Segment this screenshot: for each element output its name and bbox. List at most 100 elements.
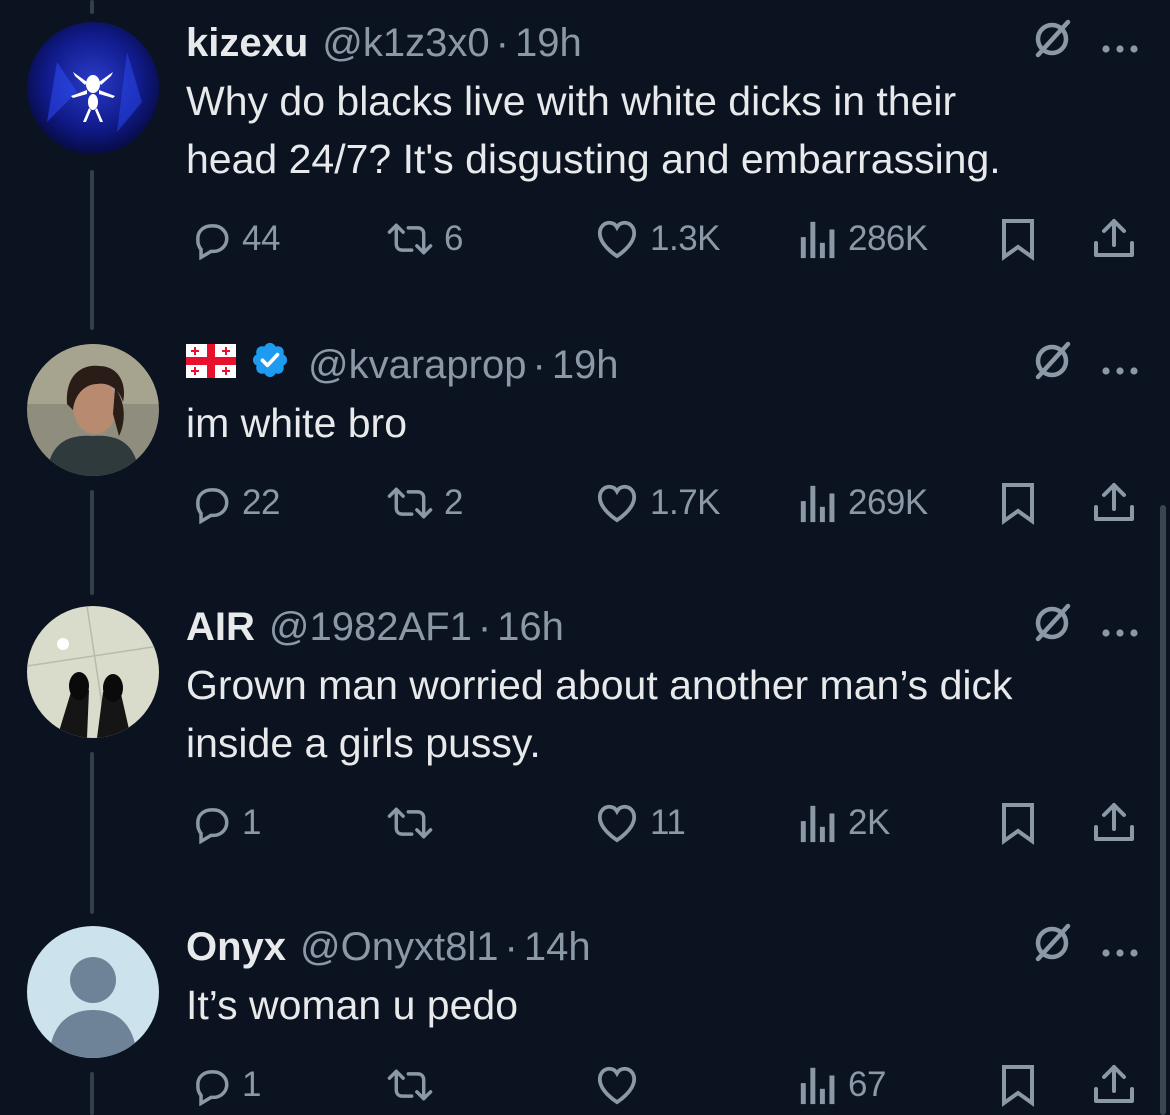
verified-badge-icon[interactable] <box>250 340 290 390</box>
views-button[interactable]: 286K <box>798 214 928 264</box>
like-count: 1.7K <box>650 483 721 522</box>
grok-icon[interactable] <box>1030 16 1074 70</box>
separator-dot: · <box>532 342 546 387</box>
repost-button[interactable] <box>386 798 444 848</box>
views-count: 67 <box>848 1065 886 1104</box>
handle[interactable]: @kvaraprop <box>308 343 526 388</box>
georgia-flag-icon <box>186 343 236 388</box>
like-count: 1.3K <box>650 219 721 258</box>
bookmark-button[interactable] <box>998 1060 1048 1110</box>
repost-icon <box>387 807 433 839</box>
repost-button[interactable]: 2 <box>386 478 463 528</box>
more-icon[interactable] <box>1100 343 1140 388</box>
bookmark-icon <box>1002 219 1034 261</box>
thread-line <box>90 752 94 914</box>
like-button[interactable] <box>594 1060 650 1110</box>
reply-button[interactable]: 22 <box>190 478 280 528</box>
avatar[interactable] <box>27 22 159 154</box>
timestamp[interactable]: 19h <box>552 343 619 388</box>
handle[interactable]: @Onyxt8l1 <box>300 925 498 970</box>
grok-icon[interactable] <box>1030 600 1074 654</box>
bookmark-button[interactable] <box>998 214 1048 264</box>
more-icon[interactable] <box>1100 605 1140 650</box>
tweet-actions: 1 11 2K <box>186 798 1150 848</box>
thread-line <box>90 0 94 14</box>
share-icon <box>1094 1065 1134 1103</box>
separator-dot: · <box>504 924 518 969</box>
handle[interactable]: @k1z3x0 <box>322 21 489 66</box>
bookmark-icon <box>1002 803 1034 845</box>
grok-icon[interactable] <box>1030 338 1074 392</box>
tweet-actions: 22 2 1.7K 269K <box>186 478 1150 528</box>
display-name[interactable]: kizexu <box>186 21 308 66</box>
more-icon[interactable] <box>1100 21 1140 66</box>
avatar[interactable] <box>27 344 159 476</box>
views-count: 269K <box>848 483 928 522</box>
bookmark-icon <box>1002 483 1034 525</box>
bookmark-icon <box>1002 1065 1034 1107</box>
repost-button[interactable]: 6 <box>386 214 463 264</box>
timestamp[interactable]: 19h <box>515 21 582 66</box>
views-button[interactable]: 67 <box>798 1060 886 1110</box>
display-name[interactable]: AIR <box>186 605 255 650</box>
timestamp[interactable]: 14h <box>524 925 591 970</box>
tweet-text: im white bro <box>186 400 408 446</box>
like-button[interactable]: 1.7K <box>594 478 721 528</box>
grok-icon[interactable] <box>1030 920 1074 974</box>
share-button[interactable] <box>1092 214 1146 264</box>
share-button[interactable] <box>1092 798 1146 848</box>
views-icon <box>800 485 835 523</box>
views-button[interactable]: 2K <box>798 798 890 848</box>
heart-icon <box>597 484 637 523</box>
repost-icon <box>387 223 433 255</box>
views-icon <box>800 1067 835 1105</box>
reply-icon <box>196 808 229 844</box>
more-icon[interactable] <box>1100 925 1140 970</box>
tweet-actions: 1 67 <box>186 1060 1150 1110</box>
thread-line <box>90 490 94 595</box>
repost-count: 2 <box>444 483 463 522</box>
reply-icon <box>196 488 229 524</box>
tweet-header: AIR @1982AF1 · 16h <box>186 602 1150 652</box>
reply-count: 1 <box>242 803 261 842</box>
avatar[interactable] <box>27 606 159 738</box>
tweet-actions: 44 6 1.3K 286K <box>186 214 1150 264</box>
avatar[interactable] <box>27 926 159 1058</box>
views-count: 2K <box>848 803 890 842</box>
share-button[interactable] <box>1092 1060 1146 1110</box>
tweet-text: Grown man worried about another man’s di… <box>186 662 1013 766</box>
share-button[interactable] <box>1092 478 1146 528</box>
views-button[interactable]: 269K <box>798 478 928 528</box>
separator-dot: · <box>495 20 509 65</box>
tweet-text: Why do blacks live with white dicks in t… <box>186 78 1001 182</box>
thread-line <box>90 1072 94 1115</box>
repost-button[interactable] <box>386 1060 444 1110</box>
reply-button[interactable]: 1 <box>190 1060 261 1110</box>
bookmark-button[interactable] <box>998 798 1048 848</box>
repost-icon <box>387 487 433 519</box>
tweet-header: @kvaraprop · 19h <box>186 340 1150 390</box>
reply-button[interactable]: 1 <box>190 798 261 848</box>
reply-button[interactable]: 44 <box>190 214 280 264</box>
tweet-header: Onyx @Onyxt8l1 · 14h <box>186 922 1150 972</box>
timestamp[interactable]: 16h <box>497 605 564 650</box>
like-button[interactable]: 11 <box>594 798 686 848</box>
heart-icon <box>597 1066 637 1105</box>
reply-count: 1 <box>242 1065 261 1104</box>
views-icon <box>800 221 835 259</box>
scrollbar[interactable] <box>1160 505 1166 1115</box>
tweet-header: kizexu @k1z3x0 · 19h <box>186 18 1150 68</box>
thread-line <box>90 170 94 330</box>
share-icon <box>1094 483 1134 521</box>
repost-icon <box>387 1069 433 1101</box>
handle[interactable]: @1982AF1 <box>269 605 472 650</box>
heart-icon <box>597 220 637 259</box>
like-count: 11 <box>650 803 686 842</box>
display-name[interactable]: Onyx <box>186 925 286 970</box>
heart-icon <box>597 804 637 843</box>
reply-icon <box>196 1070 229 1106</box>
bookmark-button[interactable] <box>998 478 1048 528</box>
like-button[interactable]: 1.3K <box>594 214 721 264</box>
share-icon <box>1094 803 1134 841</box>
share-icon <box>1094 219 1134 257</box>
